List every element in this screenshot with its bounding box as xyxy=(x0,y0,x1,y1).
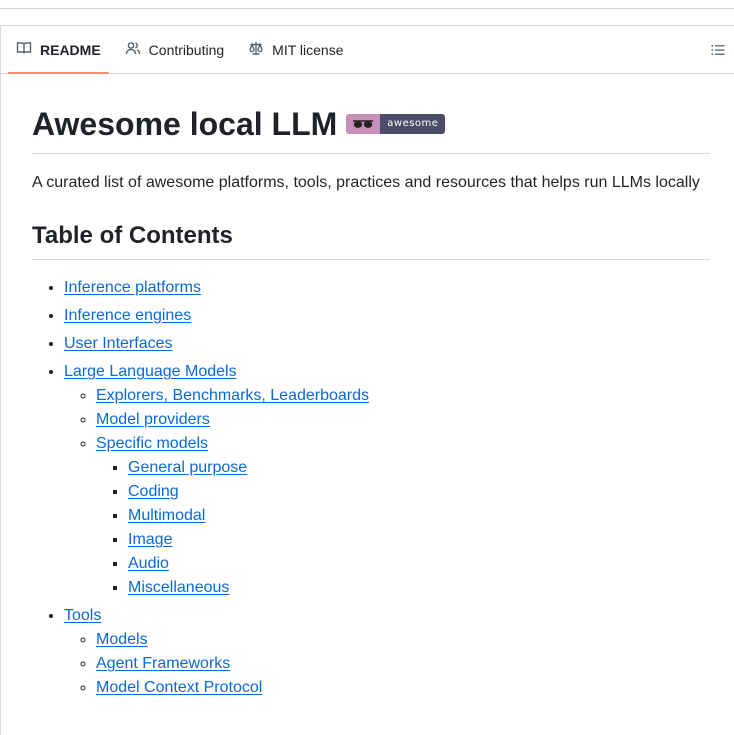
toc-link-general-purpose[interactable]: General purpose xyxy=(128,459,247,476)
toc-link-coding[interactable]: Coding xyxy=(128,483,179,500)
toc-link-multimodal[interactable]: Multimodal xyxy=(128,507,205,524)
sunglasses-icon xyxy=(346,114,381,134)
badge-text: awesome xyxy=(380,114,446,134)
list-item: Inference engines xyxy=(64,304,710,328)
list-item: Model Context Protocol xyxy=(96,676,710,700)
toc-link-image[interactable]: Image xyxy=(128,531,172,548)
list-item: Tools Models Agent Frameworks Model Cont… xyxy=(64,604,710,700)
tab-contributing[interactable]: Contributing xyxy=(117,26,233,73)
description: A curated list of awesome platforms, too… xyxy=(32,174,700,191)
law-icon xyxy=(248,40,264,59)
tab-label: README xyxy=(40,41,101,58)
page-title: Awesome local LLM awesome xyxy=(32,74,710,154)
toc-link-model-providers[interactable]: Model providers xyxy=(96,411,210,428)
toc-link-tools[interactable]: Tools xyxy=(64,607,101,624)
list-item: Specific models General purpose Coding M… xyxy=(96,432,710,600)
people-icon xyxy=(125,40,141,59)
list-item: Multimodal xyxy=(128,504,710,528)
toc-link-explorers[interactable]: Explorers, Benchmarks, Leaderboards xyxy=(96,387,369,404)
toc-list: Inference platforms Inference engines Us… xyxy=(32,276,710,700)
list-item: Models xyxy=(96,628,710,652)
toc-link-audio[interactable]: Audio xyxy=(128,555,169,572)
outline-button[interactable] xyxy=(710,42,726,58)
toc-sublist: Models Agent Frameworks Model Context Pr… xyxy=(64,628,710,700)
list-item: User Interfaces xyxy=(64,332,710,356)
toc-link-models[interactable]: Models xyxy=(96,631,148,648)
title-text: Awesome local LLM xyxy=(32,106,338,142)
toc-sublist: Explorers, Benchmarks, Leaderboards Mode… xyxy=(64,384,710,600)
book-icon xyxy=(16,40,32,59)
list-item: General purpose xyxy=(128,456,710,480)
list-item: Large Language Models Explorers, Benchma… xyxy=(64,360,710,600)
list-item: Agent Frameworks xyxy=(96,652,710,676)
tab-license[interactable]: MIT license xyxy=(240,26,351,73)
readme-content: Awesome local LLM awesome A curated list… xyxy=(1,74,734,700)
toc-link-specific-models[interactable]: Specific models xyxy=(96,435,208,452)
list-item: Coding xyxy=(128,480,710,504)
top-strip xyxy=(0,0,734,9)
readme-tabbar: README Contributing MIT license xyxy=(1,26,734,74)
toc-link-agent-frameworks[interactable]: Agent Frameworks xyxy=(96,655,230,672)
readme-panel: README Contributing MIT license Awesome … xyxy=(0,25,734,735)
toc-link-mcp[interactable]: Model Context Protocol xyxy=(96,679,262,696)
list-item: Explorers, Benchmarks, Leaderboards xyxy=(96,384,710,408)
tab-label: Contributing xyxy=(148,41,225,58)
list-item: Model providers xyxy=(96,408,710,432)
list-item: Audio xyxy=(128,552,710,576)
toc-sublist: General purpose Coding Multimodal Image … xyxy=(96,456,710,600)
toc-heading: Table of Contents xyxy=(32,193,710,260)
toc-link-miscellaneous[interactable]: Miscellaneous xyxy=(128,579,229,596)
toc-link-llms[interactable]: Large Language Models xyxy=(64,363,237,380)
awesome-badge[interactable]: awesome xyxy=(346,114,446,134)
list-item: Miscellaneous xyxy=(128,576,710,600)
toc-link-inference-platforms[interactable]: Inference platforms xyxy=(64,279,201,296)
toc-link-user-interfaces[interactable]: User Interfaces xyxy=(64,335,172,352)
tab-readme[interactable]: README xyxy=(8,26,109,74)
list-item: Image xyxy=(128,528,710,552)
toc-link-inference-engines[interactable]: Inference engines xyxy=(64,307,191,324)
tab-label: MIT license xyxy=(272,41,344,58)
list-item: Inference platforms xyxy=(64,276,710,300)
list-unordered-icon xyxy=(710,45,726,62)
